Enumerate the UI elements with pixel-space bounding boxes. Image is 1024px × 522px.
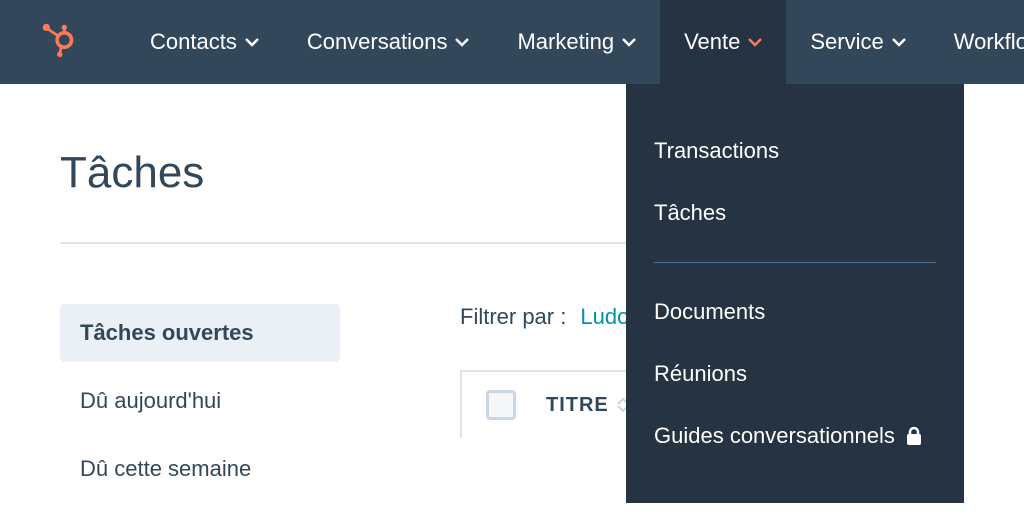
chevron-down-icon (622, 38, 636, 47)
dropdown-item-reunions[interactable]: Réunions (626, 343, 964, 405)
dropdown-item-label: Documents (654, 299, 765, 325)
nav-item-label: Marketing (517, 29, 614, 55)
dropdown-item-label: Réunions (654, 361, 747, 387)
dropdown-item-transactions[interactable]: Transactions (626, 120, 964, 182)
nav-item-label: Conversations (307, 29, 448, 55)
sidebar: Tâches ouvertes Dû aujourd'hui Dû cette … (60, 304, 340, 508)
dropdown-item-documents[interactable]: Documents (626, 281, 964, 343)
dropdown-item-taches[interactable]: Tâches (626, 182, 964, 244)
lock-icon (905, 426, 923, 446)
sidebar-item-label: Dû cette semaine (80, 456, 251, 481)
dropdown-divider (654, 262, 936, 263)
nav-item-workflows[interactable]: Workflows (930, 0, 1024, 84)
nav-item-conversations[interactable]: Conversations (283, 0, 494, 84)
nav-item-vente[interactable]: Vente (660, 0, 786, 84)
dropdown-item-label: Guides conversationnels (654, 423, 895, 449)
select-all-checkbox[interactable] (486, 390, 516, 420)
logo[interactable] (40, 22, 76, 63)
dropdown-item-label: Transactions (654, 138, 779, 164)
nav-item-label: Service (810, 29, 883, 55)
sidebar-item-label: Tâches ouvertes (80, 320, 254, 345)
sidebar-item-due-today[interactable]: Dû aujourd'hui (60, 372, 340, 430)
dropdown-item-guides[interactable]: Guides conversationnels (626, 405, 964, 467)
hubspot-icon (40, 22, 76, 58)
nav-item-label: Workflows (954, 29, 1024, 55)
top-nav: Contacts Conversations Marketing Vente S… (0, 0, 1024, 84)
dropdown-item-label: Tâches (654, 200, 726, 226)
column-header-label: TITRE (546, 394, 609, 417)
sidebar-item-due-this-week[interactable]: Dû cette semaine (60, 440, 340, 498)
column-header-titre[interactable]: TITRE (546, 394, 629, 417)
chevron-down-icon (245, 38, 259, 47)
sidebar-item-label: Dû aujourd'hui (80, 388, 221, 413)
sidebar-item-open-tasks[interactable]: Tâches ouvertes (60, 304, 340, 362)
nav-item-marketing[interactable]: Marketing (493, 0, 660, 84)
nav-item-contacts[interactable]: Contacts (126, 0, 283, 84)
nav-item-label: Contacts (150, 29, 237, 55)
nav-items: Contacts Conversations Marketing Vente S… (126, 0, 1024, 84)
chevron-down-icon (455, 38, 469, 47)
nav-item-service[interactable]: Service (786, 0, 929, 84)
filter-label: Filtrer par : (460, 304, 566, 330)
chevron-down-icon (892, 38, 906, 47)
nav-item-label: Vente (684, 29, 740, 55)
vente-dropdown: Transactions Tâches Documents Réunions G… (626, 84, 964, 503)
chevron-down-icon (748, 38, 762, 47)
